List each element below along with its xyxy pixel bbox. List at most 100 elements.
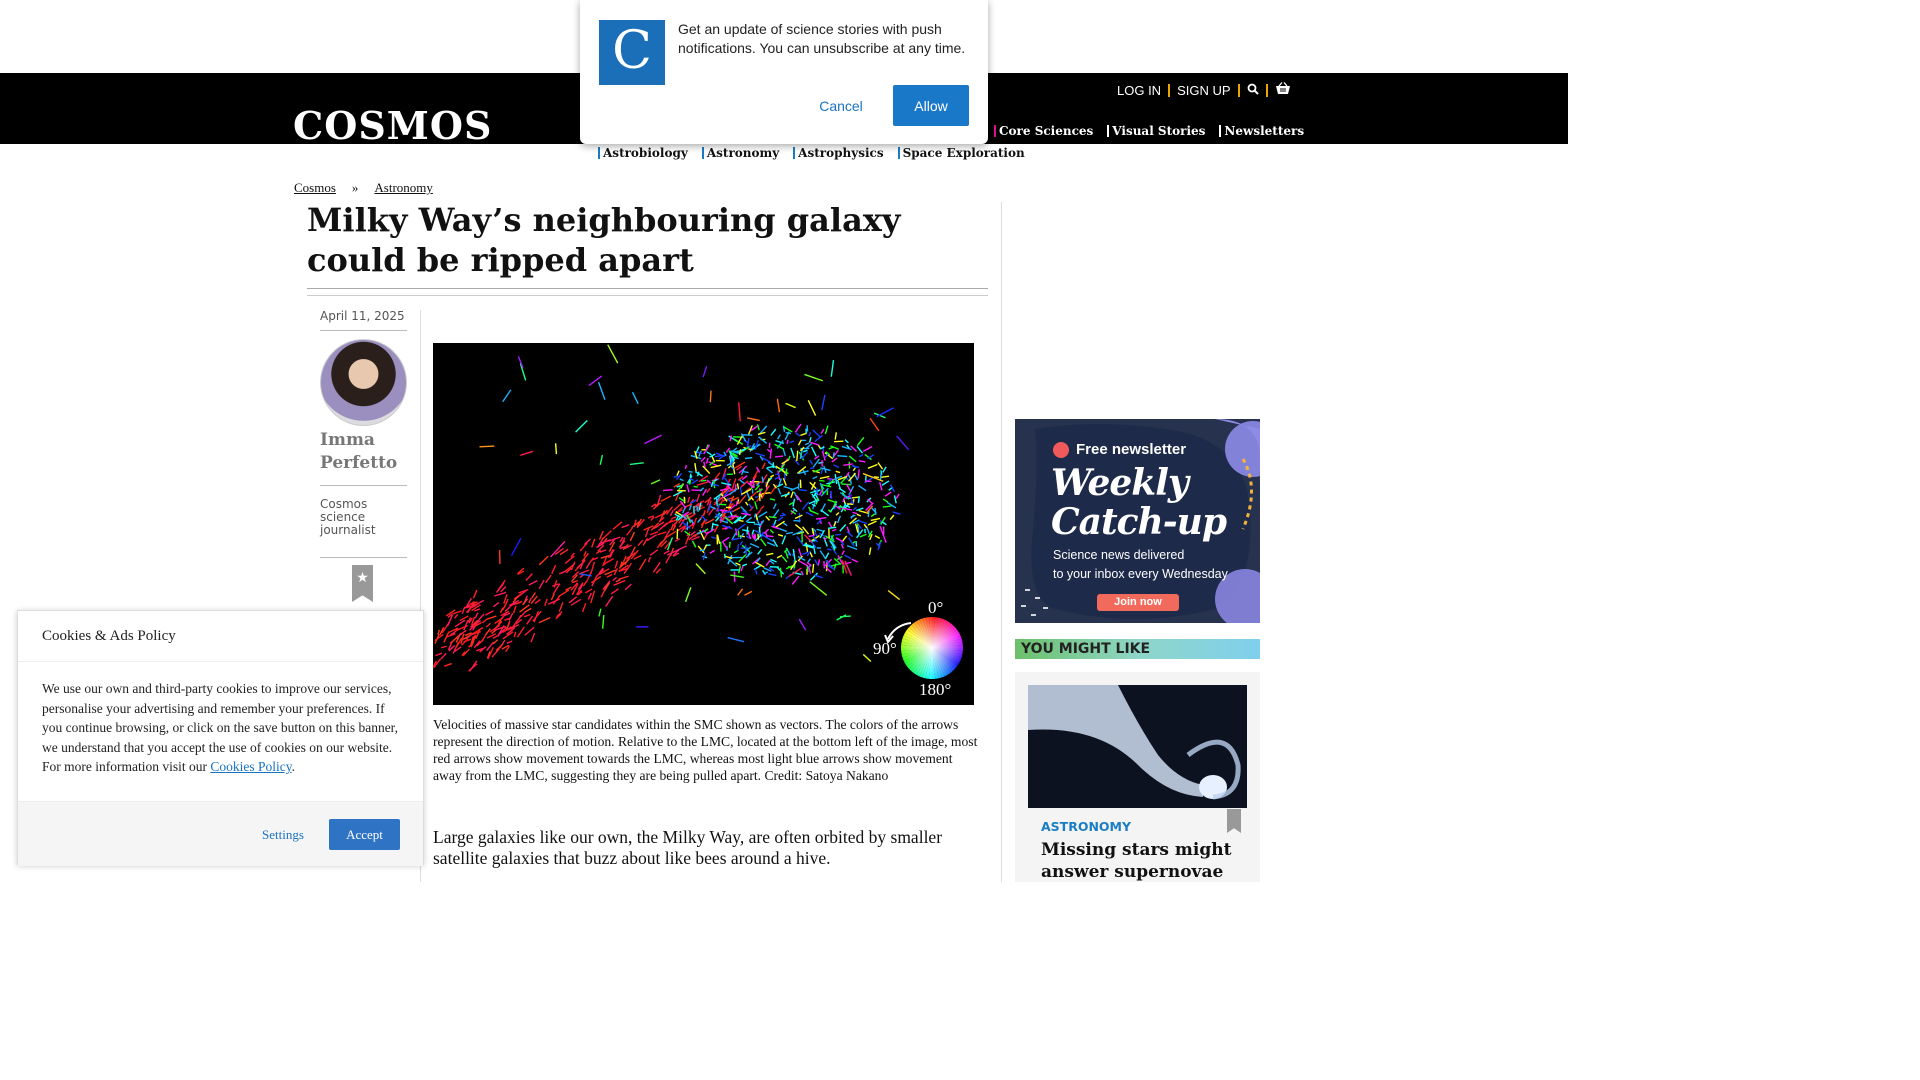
star-vector <box>531 592 536 599</box>
star-vector <box>739 479 746 485</box>
star-vector <box>564 555 575 564</box>
star-vector <box>491 647 500 658</box>
nav-label: Core Sciences <box>999 124 1094 138</box>
related-article-card[interactable]: ASTRONOMY Missing stars might answer sup… <box>1015 672 1260 882</box>
star-vector <box>699 549 705 552</box>
star-vector <box>776 434 781 440</box>
star-vector <box>741 488 752 496</box>
nav-newsletters[interactable]: Newsletters <box>1219 124 1304 138</box>
star-vector <box>747 417 760 422</box>
star-vector <box>785 431 792 435</box>
star-vector <box>506 640 513 644</box>
star-vector <box>524 607 532 613</box>
star-vector <box>575 420 588 433</box>
newsletter-ad[interactable]: Free newsletter Weekly Catch-up Science n… <box>1015 419 1260 623</box>
star-vector <box>850 445 857 452</box>
star-vector <box>647 556 652 563</box>
star-vector <box>765 515 771 521</box>
star-vector <box>606 573 613 578</box>
star-vector <box>728 541 731 548</box>
notification-allow-button[interactable]: Allow <box>893 85 969 126</box>
star-vector <box>812 475 818 480</box>
star-vector <box>835 511 840 516</box>
cookie-settings-button[interactable]: Settings <box>257 819 309 850</box>
notification-cancel-button[interactable]: Cancel <box>802 85 880 126</box>
star-vector <box>836 614 847 621</box>
star-vector <box>820 468 824 474</box>
bookmark-icon[interactable]: ★ <box>352 565 373 602</box>
subnav-marker <box>701 147 704 159</box>
star-vector <box>736 544 740 551</box>
star-vector <box>769 498 776 501</box>
star-vector <box>534 598 541 605</box>
star-vector <box>481 618 488 624</box>
related-article-category[interactable]: ASTRONOMY <box>1041 819 1131 834</box>
breadcrumb-section-link[interactable]: Astronomy <box>374 180 433 196</box>
cookies-policy-link[interactable]: Cookies Policy <box>210 759 291 774</box>
star-vector <box>831 528 837 532</box>
cart-icon[interactable] <box>1275 82 1291 98</box>
star-vector <box>792 498 796 507</box>
star-vector <box>765 467 773 474</box>
star-vector <box>821 394 826 411</box>
star-vector <box>687 496 691 504</box>
subnav-astronomy[interactable]: Astronomy <box>701 146 779 160</box>
nav-marker <box>1107 125 1110 137</box>
star-vector <box>870 517 881 522</box>
star-vector <box>742 563 748 567</box>
star-vector <box>702 552 706 561</box>
star-vector <box>665 554 671 564</box>
cookie-accept-button[interactable]: Accept <box>329 819 400 850</box>
card-bookmark-icon[interactable] <box>1227 809 1241 833</box>
breadcrumb-home-link[interactable]: Cosmos <box>294 180 336 196</box>
login-link[interactable]: LOG IN <box>1117 83 1161 98</box>
article-date: April 11, 2025 <box>320 309 405 323</box>
star-vector <box>520 450 534 456</box>
author-avatar[interactable] <box>320 339 407 426</box>
star-vector <box>846 531 854 538</box>
push-notification-prompt: C Get an update of science stories with … <box>580 0 988 144</box>
ad-join-button[interactable]: Join now <box>1097 594 1179 611</box>
star-vector <box>691 540 697 548</box>
star-vector <box>748 503 753 510</box>
star-vector <box>544 598 548 606</box>
star-vector <box>629 531 636 542</box>
related-article-headline[interactable]: Missing stars might answer supernovae <box>1041 839 1241 883</box>
star-vector <box>797 483 800 490</box>
star-vector <box>807 566 812 574</box>
subnav-astrobiology[interactable]: Astrobiology <box>598 146 688 160</box>
star-vector <box>706 528 715 535</box>
subnav-space-exploration[interactable]: Space Exploration <box>897 146 1025 160</box>
star-vector <box>758 526 761 536</box>
author-name[interactable]: Imma Perfetto <box>320 429 420 475</box>
star-vector <box>472 589 478 599</box>
star-vector <box>882 466 887 473</box>
star-vector <box>824 425 829 435</box>
star-vector <box>631 391 639 405</box>
star-vector <box>444 662 452 667</box>
separator <box>1168 83 1171 97</box>
star-vector <box>689 479 692 485</box>
star-vector <box>799 489 807 492</box>
star-vector <box>610 588 619 595</box>
signup-link[interactable]: SIGN UP <box>1177 83 1230 98</box>
star-vector <box>863 523 868 529</box>
star-vector <box>804 442 810 446</box>
star-vector <box>741 475 748 481</box>
subnav-astrophysics[interactable]: Astrophysics <box>793 146 884 160</box>
related-article-image[interactable] <box>1028 685 1247 808</box>
star-vector <box>856 445 864 454</box>
star-vector <box>835 537 844 543</box>
search-icon[interactable] <box>1247 83 1259 98</box>
nav-core-sciences[interactable]: Core Sciences <box>994 124 1093 138</box>
star-vector <box>851 465 860 469</box>
star-vector <box>844 554 852 559</box>
nav-visual-stories[interactable]: Visual Stories <box>1107 124 1205 138</box>
star-vector <box>486 615 497 620</box>
site-logo[interactable]: COSMOS <box>293 103 492 148</box>
star-vector <box>591 538 596 548</box>
star-vector <box>753 513 757 518</box>
star-vector <box>775 455 784 458</box>
star-vector <box>884 491 892 497</box>
star-vector <box>781 535 787 545</box>
